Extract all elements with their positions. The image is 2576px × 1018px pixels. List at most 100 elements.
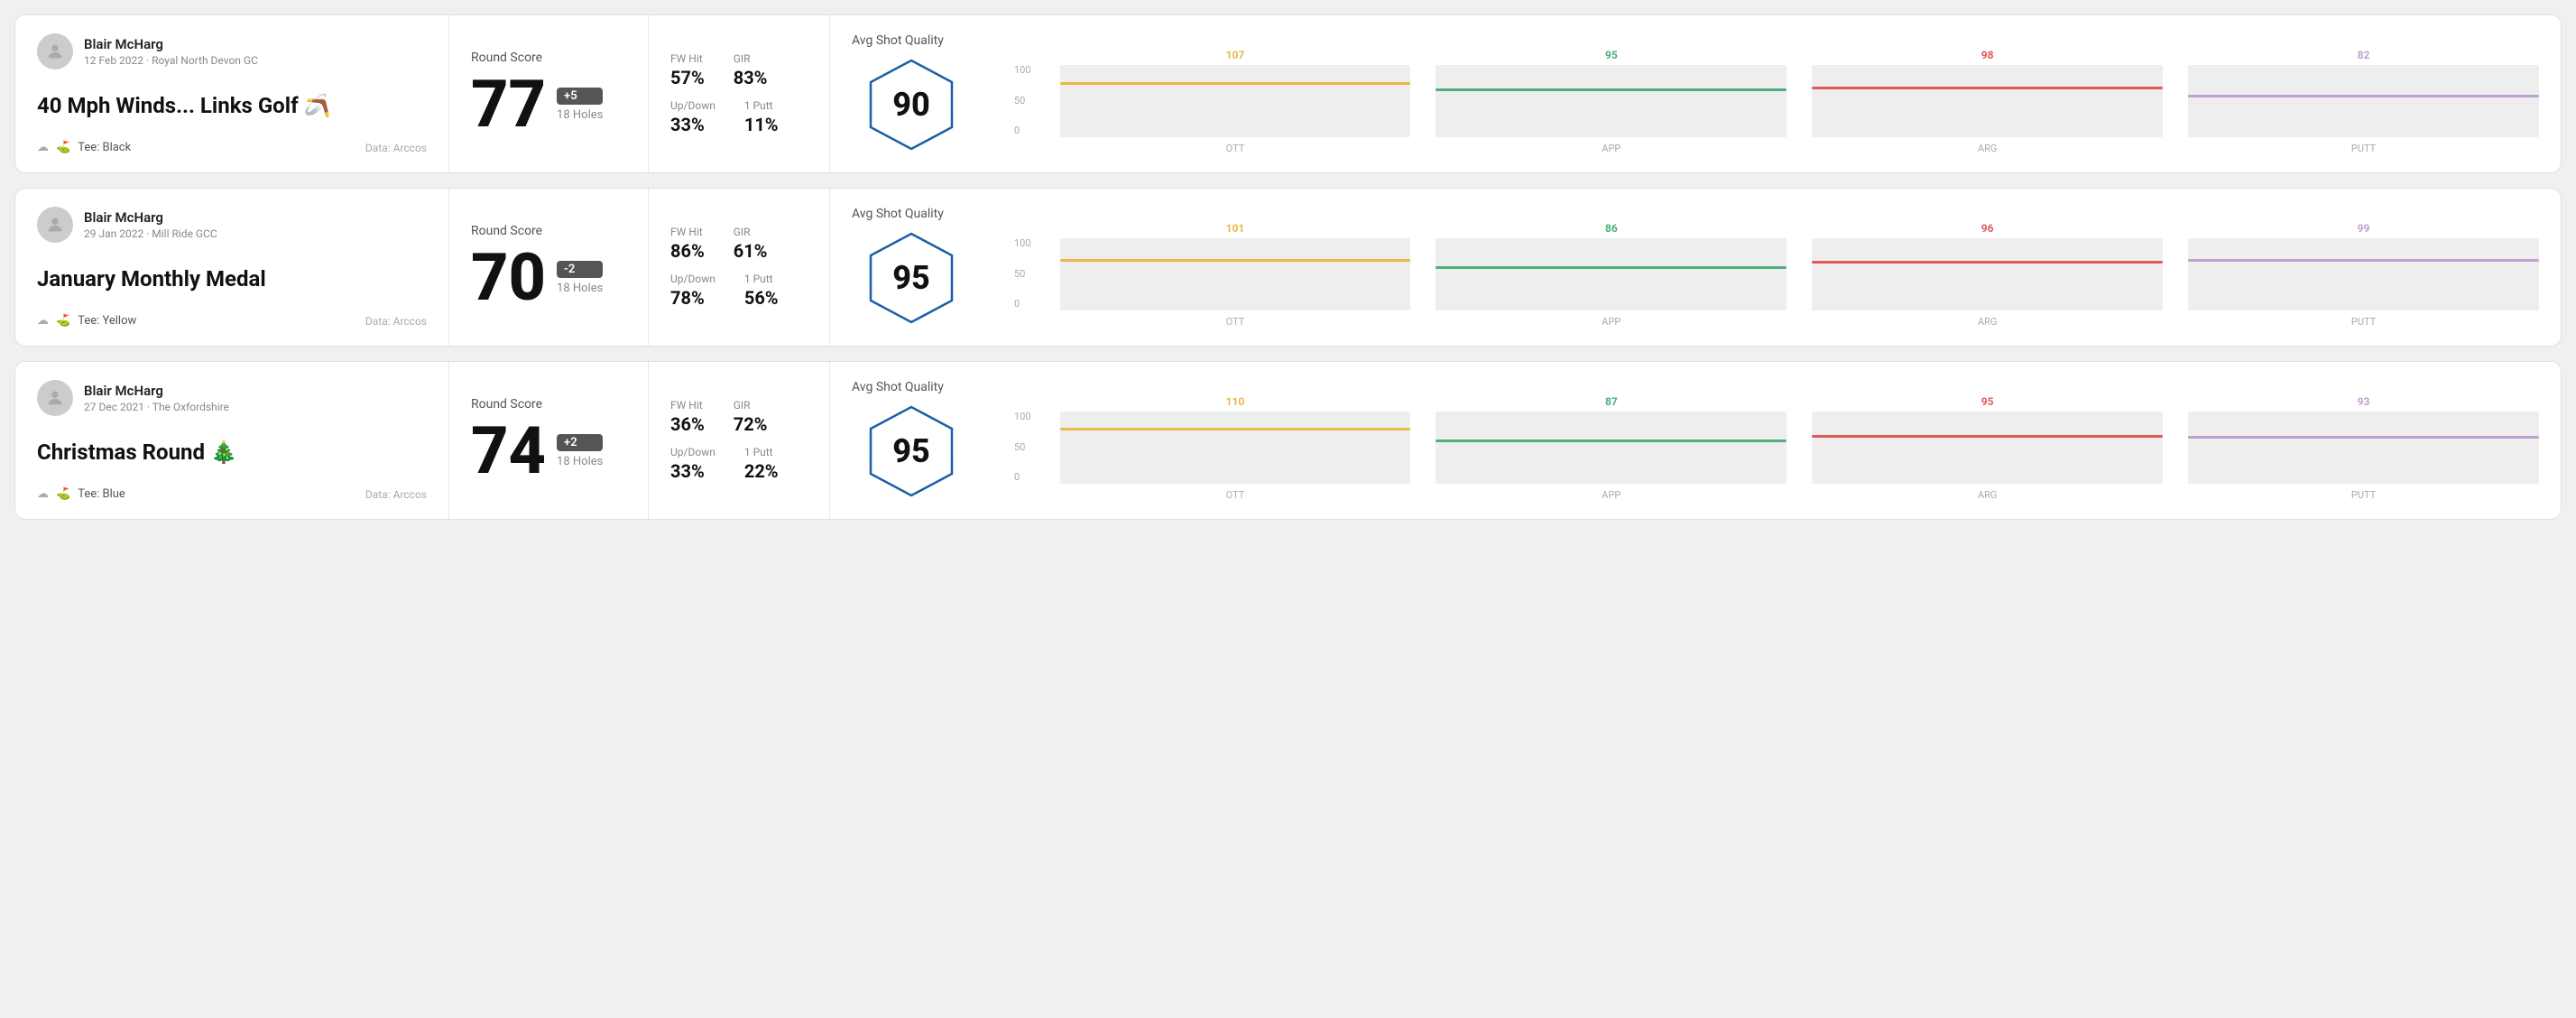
quality-number: 90 xyxy=(892,86,930,124)
y-label: 100 xyxy=(1014,237,1031,249)
bar-group-app: 95APP xyxy=(1436,49,1787,154)
hexagon-container: 95 xyxy=(862,402,961,501)
user-name: Blair McHarg xyxy=(84,383,229,399)
oneputt-label: 1 Putt xyxy=(744,446,779,458)
user-info: Blair McHarg 27 Dec 2021 · The Oxfordshir… xyxy=(37,380,427,416)
quality-label: Avg Shot Quality xyxy=(852,207,944,221)
score-badge-holes: -218 Holes xyxy=(557,261,603,295)
updown-value: 78% xyxy=(670,287,716,309)
bar-bg xyxy=(2188,238,2539,310)
stats-section: FW Hit57%GIR83%Up/Down33%1 Putt11% xyxy=(649,15,829,172)
bar-x-label: OTT xyxy=(1226,316,1245,328)
bar-fill-line xyxy=(1060,428,1411,430)
score-badge: +5 xyxy=(557,88,603,105)
card-footer: ☁⛳Tee: YellowData: Arccos xyxy=(37,314,427,328)
oneputt-label: 1 Putt xyxy=(744,99,779,112)
bar-x-label: OTT xyxy=(1226,143,1245,154)
bag-icon: ⛳ xyxy=(56,487,70,501)
updown-value: 33% xyxy=(670,114,716,135)
bar-fill-line xyxy=(2188,95,2539,97)
bar-value-label: 99 xyxy=(2358,222,2370,235)
avatar xyxy=(37,33,73,69)
quality-section: Avg Shot Quality 95 xyxy=(830,189,993,346)
bar-bg xyxy=(1436,238,1787,310)
user-text: Blair McHarg12 Feb 2022 · Royal North De… xyxy=(84,36,258,67)
stats-section: FW Hit36%GIR72% Up/Down33% 1 Putt 22% xyxy=(649,362,829,519)
oneputt-value: 56% xyxy=(744,287,779,309)
updown-label: Up/Down xyxy=(670,99,716,112)
bar-value-label: 86 xyxy=(1605,222,1618,235)
bar-value-label: 98 xyxy=(1981,49,1994,61)
bar-fill-line xyxy=(1436,440,1787,442)
card-left-section: Blair McHarg 27 Dec 2021 · The Oxfordshir… xyxy=(15,362,448,519)
data-source: Data: Arccos xyxy=(365,488,427,501)
stats-row-2: Up/Down 33% 1 Putt 11% xyxy=(670,99,808,135)
score-label: Round Score xyxy=(471,51,626,65)
bar-bg xyxy=(2188,65,2539,137)
bar-x-label: PUTT xyxy=(2351,143,2376,154)
stat-gir: GIR72% xyxy=(734,399,768,435)
score-badge: +2 xyxy=(557,434,603,451)
weather-icon: ☁ xyxy=(37,487,49,501)
bar-group-putt: 99PUTT xyxy=(2188,222,2539,328)
bar-fill-line xyxy=(2188,259,2539,262)
stats-row-2: Up/Down78%1 Putt56% xyxy=(670,273,808,309)
bar-x-label: PUTT xyxy=(2351,489,2376,501)
bar-group-putt: 93PUTT xyxy=(2188,395,2539,501)
score-label: Round Score xyxy=(471,224,626,238)
oneputt-value: 22% xyxy=(744,460,779,482)
bar-group-arg: 96ARG xyxy=(1812,222,2163,328)
card-footer: ☁⛳Tee: BlueData: Arccos xyxy=(37,487,427,501)
stat-oneputt: 1 Putt 11% xyxy=(744,99,779,135)
bar-value-label: 82 xyxy=(2358,49,2370,61)
round-card-3: Blair McHarg 27 Dec 2021 · The Oxfordshir… xyxy=(14,361,2562,520)
bar-fill-line xyxy=(1060,82,1411,85)
quality-section: Avg Shot Quality 95 xyxy=(830,362,993,519)
stat-updown: Up/Down33% xyxy=(670,446,716,482)
bar-group-app: 86APP xyxy=(1436,222,1787,328)
score-row: 74+218 Holes xyxy=(471,419,626,484)
bag-icon: ⛳ xyxy=(56,314,70,328)
score-badge-holes: +518 Holes xyxy=(557,88,603,122)
avatar xyxy=(37,380,73,416)
score-row: 77 +518 Holes xyxy=(471,72,626,137)
stats-row-1: FW Hit36%GIR72% xyxy=(670,399,808,435)
stats-row-1: FW Hit86%GIR61% xyxy=(670,226,808,262)
quality-number: 95 xyxy=(892,432,930,470)
stat-oneputt: 1 Putt 22% xyxy=(744,446,779,482)
round-title: Christmas Round 🎄 xyxy=(37,440,427,465)
gir-value: 61% xyxy=(734,240,768,262)
stat-updown: Up/Down78% xyxy=(670,273,716,309)
stats-row-2: Up/Down33% 1 Putt 22% xyxy=(670,446,808,482)
bar-fill-line xyxy=(1436,266,1787,269)
score-number: 77 xyxy=(471,72,546,137)
round-title: January Monthly Medal xyxy=(37,266,427,292)
stat-gir: GIR83% xyxy=(734,52,768,88)
hexagon-container: 90 xyxy=(862,55,961,154)
tee-label: Tee: Black xyxy=(78,141,131,154)
bar-x-label: ARG xyxy=(1978,143,1997,154)
stats-section: FW Hit86%GIR61% Up/Down78%1 Putt56% xyxy=(649,189,829,346)
avatar xyxy=(37,207,73,243)
gir-label: GIR xyxy=(734,399,768,412)
stat-updown: Up/Down 33% xyxy=(670,99,716,135)
y-label: 100 xyxy=(1014,64,1031,76)
gir-label: GIR xyxy=(734,52,768,65)
user-date-course: 27 Dec 2021 · The Oxfordshire xyxy=(84,401,229,413)
round-card-2: Blair McHarg29 Jan 2022 · Mill Ride GCCJ… xyxy=(14,188,2562,347)
y-label: 0 xyxy=(1014,125,1031,136)
chart-section: 100500101OTT86APP96ARG99PUTT xyxy=(993,189,2561,346)
chart-section: 100500110OTT87APP95ARG93PUTT xyxy=(993,362,2561,519)
round-card-1: Blair McHarg12 Feb 2022 · Royal North De… xyxy=(14,14,2562,173)
bar-bg xyxy=(1812,238,2163,310)
chart-y-labels: 100500 xyxy=(1014,411,1031,501)
bar-group-ott: 101OTT xyxy=(1060,222,1411,328)
bar-wrapper xyxy=(1436,412,1787,484)
y-label: 50 xyxy=(1014,95,1031,106)
bar-wrapper xyxy=(1060,65,1411,137)
oneputt-value: 11% xyxy=(744,114,779,135)
bar-wrapper xyxy=(2188,238,2539,310)
fw-hit-label: FW Hit xyxy=(670,226,705,238)
updown-label: Up/Down xyxy=(670,446,716,458)
data-source: Data: Arccos xyxy=(365,315,427,328)
